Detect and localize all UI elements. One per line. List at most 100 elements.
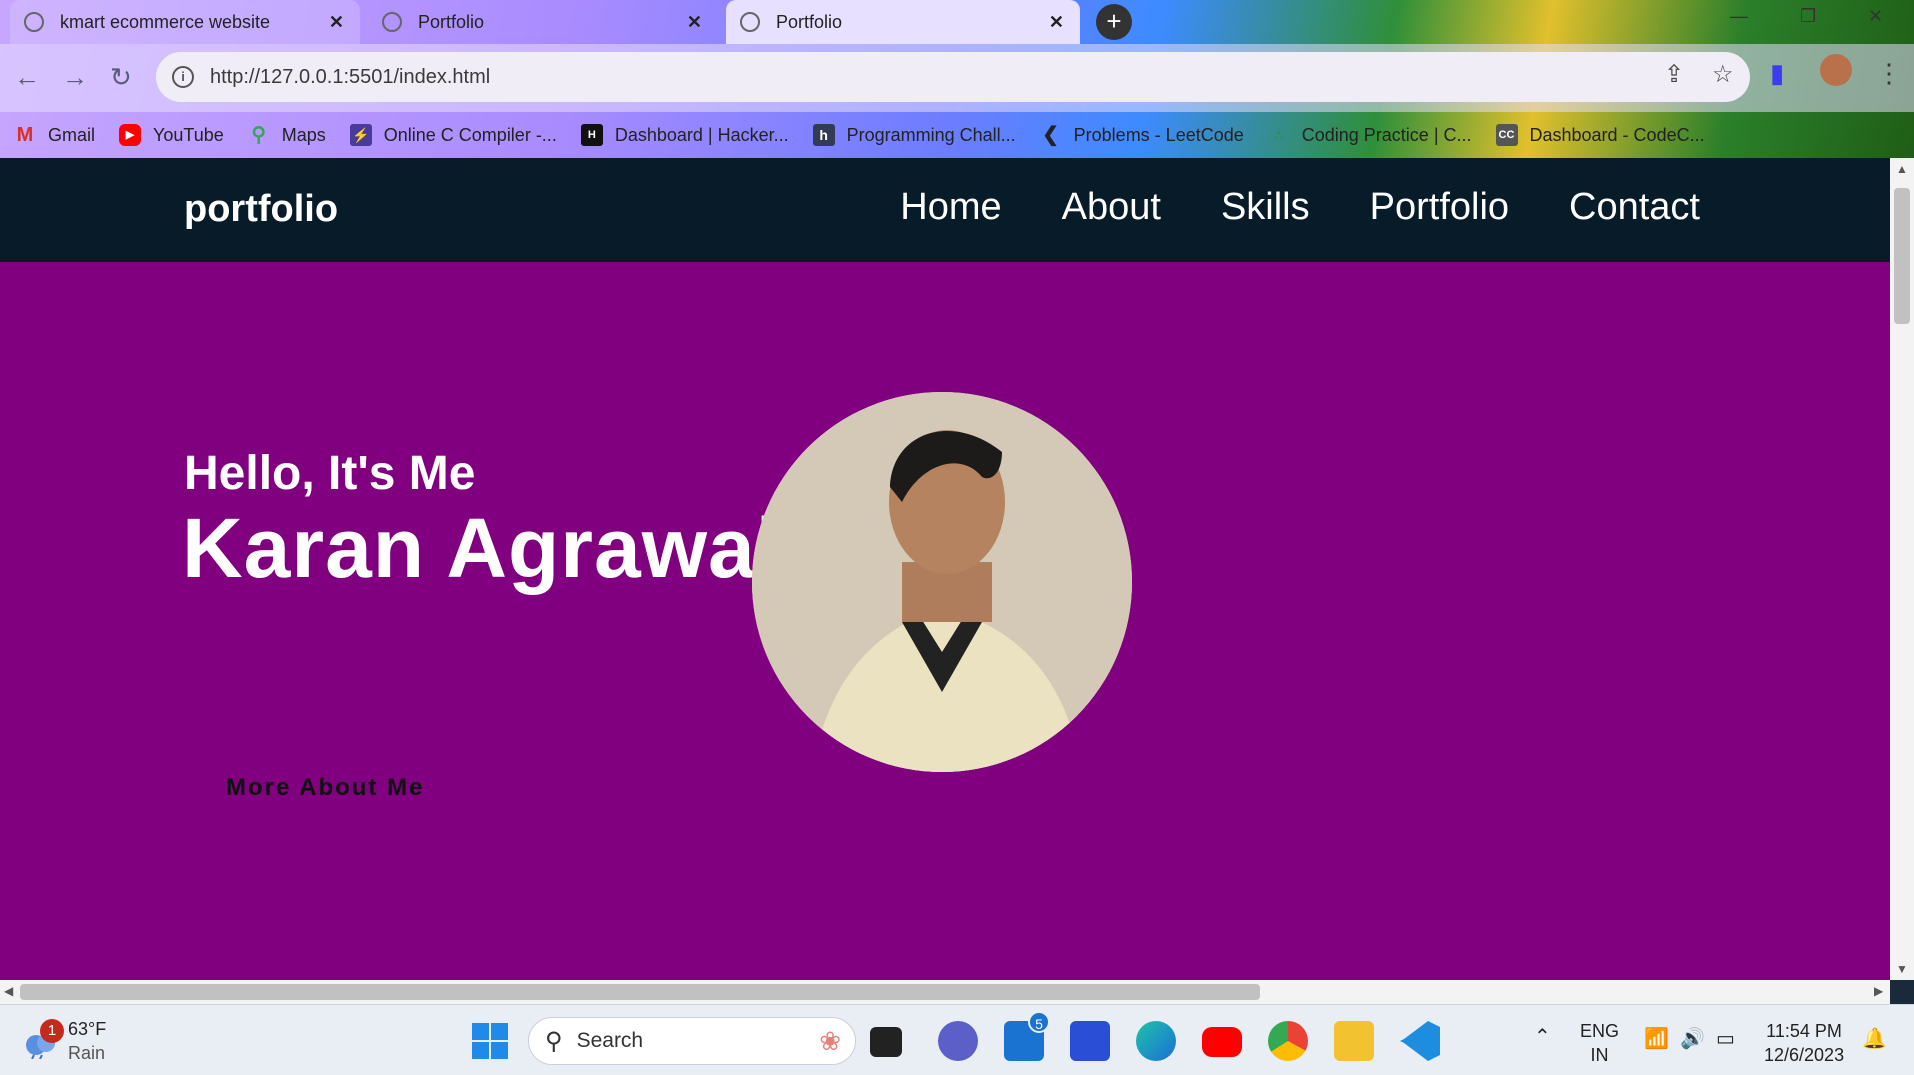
notification-bell-icon[interactable]: 🔔 xyxy=(1862,1027,1887,1051)
tab-bar: kmart ecommerce website ✕ Portfolio ✕ Po… xyxy=(0,0,1914,44)
youtube-icon: ▶ xyxy=(119,124,142,146)
scrollbar-thumb[interactable] xyxy=(1894,188,1910,324)
weather-desc: Rain xyxy=(68,1043,106,1063)
chrome-icon[interactable] xyxy=(1268,1021,1308,1061)
bookmark-label: Online C Compiler -... xyxy=(383,124,557,145)
gfg-icon: ∴ xyxy=(1274,127,1284,143)
bookmark-label: Programming Chall... xyxy=(846,124,1016,145)
star-icon[interactable]: ☆ xyxy=(1712,60,1734,89)
mail-badge: 5 xyxy=(1028,1011,1050,1033)
globe-icon xyxy=(382,12,402,32)
maps-icon: ⚲ xyxy=(251,124,267,146)
axolotl-icon: ❀ xyxy=(819,1025,841,1056)
taskbar-search[interactable]: ⚲ Search ❀ xyxy=(528,1017,856,1065)
weather-icon: 1 xyxy=(20,1019,64,1060)
bookmark-hackerrank[interactable]: H Dashboard | Hacker... xyxy=(580,124,789,146)
vertical-scrollbar[interactable]: ▲ ▼ xyxy=(1890,158,1914,980)
battery-icon[interactable]: ▭ xyxy=(1716,1027,1735,1051)
windows-start-icon[interactable] xyxy=(470,1021,510,1061)
new-tab-button[interactable]: + xyxy=(1096,4,1132,40)
lang-top: ENG xyxy=(1580,1021,1620,1041)
scroll-right-icon[interactable]: ▶ xyxy=(1874,984,1883,998)
nav-about[interactable]: About xyxy=(1062,186,1161,229)
hero-greeting: Hello, It's Me xyxy=(184,447,476,500)
tab-title: Portfolio xyxy=(418,11,485,32)
menu-dots-icon[interactable]: ⋮ xyxy=(1876,58,1902,89)
close-window-icon[interactable]: ✕ xyxy=(1868,6,1883,27)
clock-time: 11:54 PM xyxy=(1766,1021,1842,1041)
bookmark-label: Coding Practice | C... xyxy=(1301,124,1472,145)
profile-avatar[interactable] xyxy=(1820,54,1852,86)
minimize-icon[interactable]: — xyxy=(1730,6,1748,27)
bookmark-label: Gmail xyxy=(48,124,96,145)
site-menu: Home About Skills Portfolio Contact xyxy=(900,186,1700,229)
wifi-icon[interactable]: 📶 xyxy=(1644,1027,1669,1051)
chevron-up-icon[interactable]: ⌃ xyxy=(1534,1025,1551,1049)
side-panel-icon[interactable]: ▮ xyxy=(1770,58,1784,89)
forward-icon[interactable]: → xyxy=(62,62,88,93)
tab-title: Portfolio xyxy=(776,11,843,32)
hackerearth-icon: h xyxy=(812,124,835,146)
app-icon[interactable] xyxy=(1070,1021,1110,1061)
site-navbar: portfolio Home About Skills Portfolio Co… xyxy=(0,158,1890,262)
reload-icon[interactable]: ↻ xyxy=(110,62,132,93)
mail-icon[interactable]: 5 xyxy=(1004,1011,1050,1061)
browser-tab[interactable]: Portfolio ✕ xyxy=(368,0,718,44)
weather-widget[interactable]: 1 63°F Rain xyxy=(20,1017,106,1065)
hero-name: Karan Agrawal xyxy=(182,501,781,595)
horizontal-scrollbar[interactable]: ◀ ▶ xyxy=(0,980,1890,1004)
nav-contact[interactable]: Contact xyxy=(1569,186,1700,229)
windows-taskbar: 1 63°F Rain ⚲ Search ❀ 5 ⌃ ENG IN 📶 🔊 ▭ … xyxy=(0,1004,1914,1075)
weather-badge: 1 xyxy=(40,1019,64,1043)
compiler-icon: ⚡ xyxy=(349,124,372,146)
bookmark-leetcode[interactable]: ❮ Problems - LeetCode xyxy=(1040,124,1244,146)
web-page: portfolio Home About Skills Portfolio Co… xyxy=(0,158,1890,980)
nav-portfolio[interactable]: Portfolio xyxy=(1370,186,1509,229)
task-view-icon[interactable] xyxy=(870,1027,902,1057)
language-indicator[interactable]: ENG IN xyxy=(1580,1019,1619,1067)
bookmark-label: Dashboard | Hacker... xyxy=(614,124,789,145)
scroll-left-icon[interactable]: ◀ xyxy=(4,984,13,998)
address-bar[interactable]: i http://127.0.0.1:5501/index.html ⇪ ☆ xyxy=(156,52,1750,102)
bookmark-hackerearth[interactable]: h Programming Chall... xyxy=(812,124,1016,146)
bookmark-maps[interactable]: ⚲ Maps xyxy=(248,124,325,146)
bookmarks-bar: M Gmail ▶ YouTube ⚲ Maps ⚡ Online C Comp… xyxy=(0,112,1914,158)
back-icon[interactable]: ← xyxy=(14,62,40,93)
url-text: http://127.0.0.1:5501/index.html xyxy=(210,65,491,88)
bookmark-label: Problems - LeetCode xyxy=(1073,124,1244,145)
scroll-up-icon[interactable]: ▲ xyxy=(1896,162,1908,176)
teams-chat-icon[interactable] xyxy=(938,1021,978,1061)
scroll-down-icon[interactable]: ▼ xyxy=(1896,962,1908,976)
codechef-icon: CC xyxy=(1495,124,1518,146)
nav-skills[interactable]: Skills xyxy=(1221,186,1310,229)
weather-temp: 63°F xyxy=(68,1019,107,1039)
bookmark-label: Dashboard - CodeC... xyxy=(1529,124,1705,145)
leetcode-icon: ❮ xyxy=(1042,124,1060,146)
browser-toolbar: ← → ↻ i http://127.0.0.1:5501/index.html… xyxy=(0,44,1914,112)
close-tab-icon[interactable]: ✕ xyxy=(1049,12,1064,33)
bookmark-youtube[interactable]: ▶ YouTube xyxy=(119,124,224,146)
file-explorer-icon[interactable] xyxy=(1334,1021,1374,1061)
scrollbar-thumb[interactable] xyxy=(20,984,1260,1000)
bookmark-gfg[interactable]: ∴ Coding Practice | C... xyxy=(1268,124,1472,146)
lang-bottom: IN xyxy=(1590,1045,1609,1065)
close-tab-icon[interactable]: ✕ xyxy=(687,12,702,33)
bookmark-codechef[interactable]: CC Dashboard - CodeC... xyxy=(1495,124,1705,146)
bookmark-gmail[interactable]: M Gmail xyxy=(14,124,95,146)
share-icon[interactable]: ⇪ xyxy=(1664,60,1684,89)
site-logo[interactable]: portfolio xyxy=(184,188,338,231)
volume-icon[interactable]: 🔊 xyxy=(1680,1027,1705,1051)
restore-icon[interactable]: ❐ xyxy=(1800,6,1816,27)
clock[interactable]: 11:54 PM 12/6/2023 xyxy=(1764,1019,1844,1067)
close-tab-icon[interactable]: ✕ xyxy=(329,12,344,33)
youtube-app-icon[interactable] xyxy=(1202,1027,1242,1057)
more-about-me-button[interactable]: More About Me xyxy=(226,774,424,802)
edge-icon[interactable] xyxy=(1136,1021,1176,1061)
profile-photo xyxy=(752,392,1132,772)
nav-home[interactable]: Home xyxy=(900,186,1001,229)
vscode-icon[interactable] xyxy=(1400,1021,1440,1061)
browser-tab[interactable]: kmart ecommerce website ✕ xyxy=(10,0,360,44)
site-info-icon[interactable]: i xyxy=(172,66,194,88)
bookmark-compiler[interactable]: ⚡ Online C Compiler -... xyxy=(349,124,557,146)
browser-tab-active[interactable]: Portfolio ✕ xyxy=(726,0,1080,44)
